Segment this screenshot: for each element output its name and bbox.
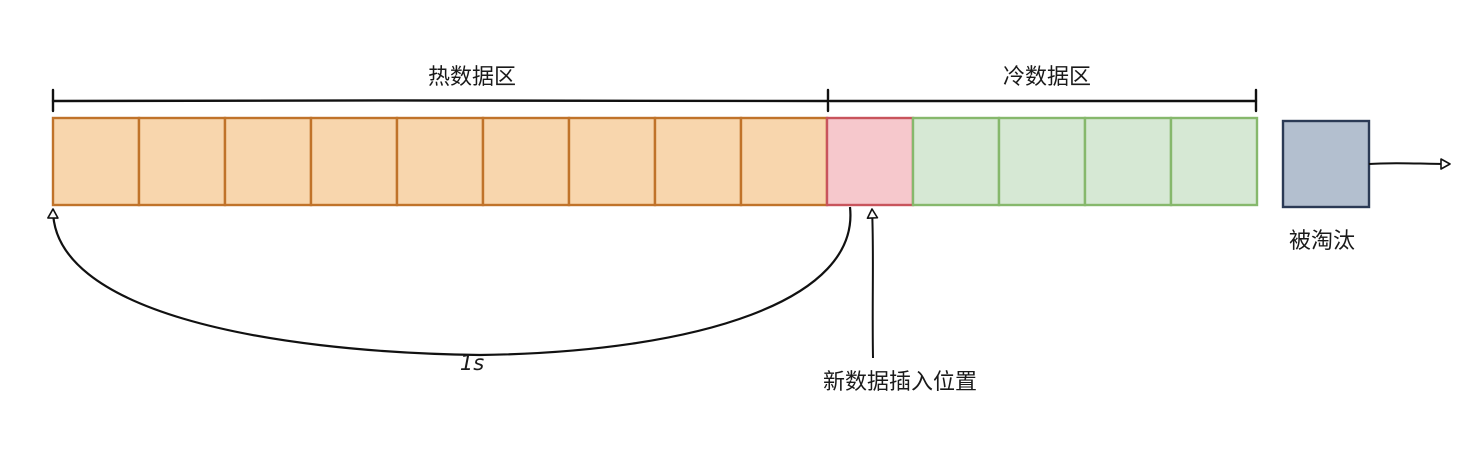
hot-zone-label: 热数据区	[428, 65, 516, 90]
evicted-block	[1281, 119, 1371, 209]
hot-cell	[309, 116, 399, 207]
hot-cell	[395, 116, 485, 207]
hot-zone-cells	[51, 116, 829, 207]
insert-cell	[825, 116, 915, 207]
interval-loop-arrow	[47, 206, 852, 357]
cold-cell	[1169, 116, 1259, 207]
insert-cell-group	[825, 116, 915, 207]
insert-position-label: 新数据插入位置	[823, 370, 977, 395]
cold-cell	[1083, 116, 1173, 207]
hot-zone-bracket	[51, 88, 830, 113]
cold-zone-bracket	[828, 88, 1258, 113]
cold-zone-cells	[911, 116, 1259, 207]
hot-cell	[51, 116, 141, 207]
lru-cache-diagram: 热数据区 冷数据区 被淘汰 1s 新数据插入位置	[47, 65, 1451, 395]
hot-cell	[739, 116, 829, 207]
hot-cell	[481, 116, 571, 207]
cold-zone-label: 冷数据区	[1003, 65, 1091, 90]
interval-label: 1s	[460, 351, 484, 375]
hot-cell	[567, 116, 657, 207]
hot-cell	[137, 116, 227, 207]
cold-cell	[997, 116, 1087, 207]
cold-cell	[911, 116, 1001, 207]
insert-position-arrow	[866, 208, 879, 359]
eviction-arrow	[1368, 158, 1451, 170]
hot-cell	[223, 116, 313, 207]
evicted-label: 被淘汰	[1289, 229, 1355, 254]
hot-cell	[653, 116, 743, 207]
